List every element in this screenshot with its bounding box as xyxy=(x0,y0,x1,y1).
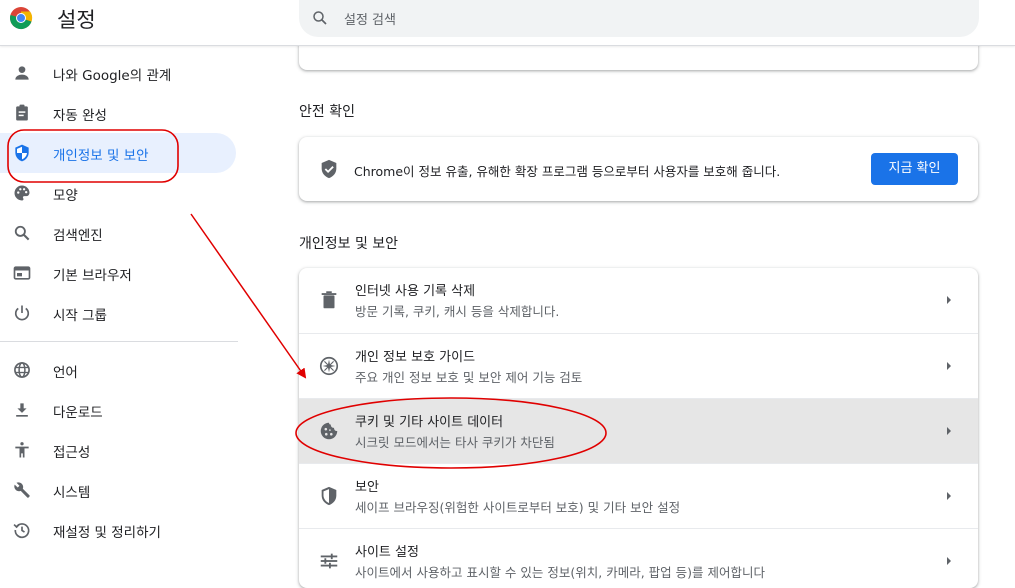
sidebar-item-label: 검색엔진 xyxy=(53,228,103,244)
search-icon xyxy=(313,11,327,25)
shield-check-icon xyxy=(321,159,337,179)
palette-icon xyxy=(14,185,30,201)
clear-browsing-data-row[interactable]: 인터넷 사용 기록 삭제 방문 기록, 쿠키, 캐시 등을 삭제합니다. xyxy=(299,268,978,332)
sidebar-item-label: 다운로드 xyxy=(53,405,103,421)
sidebar-item-search-engine[interactable]: 검색엔진 xyxy=(0,213,236,253)
search-input[interactable]: 설정 검색 xyxy=(344,9,396,28)
sidebar-item-downloads[interactable]: 다운로드 xyxy=(0,390,236,430)
row-subtitle: 사이트에서 사용하고 표시할 수 있는 정보(위치, 카메라, 팝업 등)를 제… xyxy=(355,565,765,580)
site-settings-row[interactable]: 사이트 설정 사이트에서 사용하고 표시할 수 있는 정보(위치, 카메라, 팝… xyxy=(299,528,978,588)
browser-icon xyxy=(13,266,31,280)
sidebar: 나와 Google의 관계 자동 완성 개인정보 및 보안 모양 검색엔진 기본… xyxy=(0,45,240,567)
sidebar-item-you-and-google[interactable]: 나와 Google의 관계 xyxy=(0,53,236,93)
cookies-site-data-row[interactable]: 쿠키 및 기타 사이트 데이터 시크릿 모드에서는 타사 쿠키가 차단됨 xyxy=(299,398,978,463)
row-subtitle: 방문 기록, 쿠키, 캐시 등을 삭제합니다. xyxy=(355,304,560,319)
history-icon xyxy=(13,523,30,539)
sidebar-item-reset[interactable]: 재설정 및 정리하기 xyxy=(0,510,236,550)
clipboard-icon xyxy=(16,104,28,121)
sidebar-item-languages[interactable]: 언어 xyxy=(0,350,236,390)
sidebar-item-label: 재설정 및 정리하기 xyxy=(53,525,161,541)
chrome-logo-icon xyxy=(10,7,33,30)
power-icon xyxy=(14,305,30,321)
chevron-right-icon xyxy=(947,296,951,304)
sidebar-item-system[interactable]: 시스템 xyxy=(0,470,236,510)
row-subtitle: 세이프 브라우징(위험한 사이트로부터 보호) 및 기타 보안 설정 xyxy=(355,500,681,515)
download-icon xyxy=(16,403,28,417)
row-title: 사이트 설정 xyxy=(355,545,419,560)
chevron-right-icon xyxy=(947,557,951,565)
sidebar-item-label: 모양 xyxy=(53,188,78,204)
row-title: 보안 xyxy=(355,480,379,495)
row-title: 개인 정보 보호 가이드 xyxy=(355,350,476,365)
trash-icon xyxy=(321,291,337,309)
security-row[interactable]: 보안 세이프 브라우징(위험한 사이트로부터 보호) 및 기타 보안 설정 xyxy=(299,463,978,528)
chevron-right-icon xyxy=(947,427,951,435)
sidebar-item-privacy-security[interactable]: 개인정보 및 보안 xyxy=(0,133,236,173)
sidebar-item-label: 시스템 xyxy=(53,485,91,501)
safety-check-card: Chrome이 정보 유출, 유해한 확장 프로그램 등으로부터 사용자를 보호… xyxy=(299,137,978,201)
sidebar-item-label: 시작 그룹 xyxy=(53,308,107,324)
sidebar-item-appearance[interactable]: 모양 xyxy=(0,173,236,213)
row-title: 인터넷 사용 기록 삭제 xyxy=(355,284,476,299)
globe-icon xyxy=(14,362,30,378)
privacy-guide-row[interactable]: 개인 정보 보호 가이드 주요 개인 정보 보호 및 보안 제어 기능 검토 xyxy=(299,333,978,398)
sidebar-item-accessibility[interactable]: 접근성 xyxy=(0,430,236,470)
privacy-section-title: 개인정보 및 보안 xyxy=(299,236,399,252)
person-icon xyxy=(15,66,29,80)
sidebar-item-autofill[interactable]: 자동 완성 xyxy=(0,93,236,133)
sidebar-item-label: 개인정보 및 보안 xyxy=(53,148,149,164)
row-subtitle: 시크릿 모드에서는 타사 쿠키가 차단됨 xyxy=(355,435,555,450)
page-title: 설정 xyxy=(57,8,96,32)
row-title: 쿠키 및 기타 사이트 데이터 xyxy=(355,415,504,430)
shield-icon xyxy=(15,144,29,162)
safety-check-title: 안전 확인 xyxy=(299,104,355,120)
sidebar-item-label: 자동 완성 xyxy=(53,108,107,124)
sidebar-item-default-browser[interactable]: 기본 브라우저 xyxy=(0,253,236,293)
chevron-right-icon xyxy=(947,362,951,370)
compass-icon xyxy=(319,356,339,376)
sidebar-item-label: 언어 xyxy=(53,365,78,381)
sidebar-item-label: 기본 브라우저 xyxy=(53,268,132,284)
cookie-icon xyxy=(320,422,338,440)
shield-half-icon xyxy=(321,486,337,506)
safety-check-description: Chrome이 정보 유출, 유해한 확장 프로그램 등으로부터 사용자를 보호… xyxy=(354,164,781,179)
privacy-security-card: 인터넷 사용 기록 삭제 방문 기록, 쿠키, 캐시 등을 삭제합니다. 개인 … xyxy=(299,268,978,588)
sidebar-divider xyxy=(0,341,238,342)
wrench-icon xyxy=(14,482,30,498)
row-subtitle: 주요 개인 정보 보호 및 보안 제어 기능 검토 xyxy=(355,370,583,385)
search-bar[interactable]: 설정 검색 xyxy=(299,0,979,37)
sliders-icon xyxy=(320,553,338,569)
sidebar-item-on-startup[interactable]: 시작 그룹 xyxy=(0,293,236,333)
check-now-button[interactable]: 지금 확인 xyxy=(871,153,958,185)
main-content: 안전 확인 Chrome이 정보 유출, 유해한 확장 프로그램 등으로부터 사… xyxy=(240,15,1015,588)
chevron-right-icon xyxy=(947,492,951,500)
search-icon xyxy=(14,225,30,241)
accessibility-icon xyxy=(15,442,29,458)
sidebar-item-label: 나와 Google의 관계 xyxy=(53,68,172,84)
top-bar: 설정 설정 검색 xyxy=(0,0,1015,46)
sidebar-item-label: 접근성 xyxy=(53,445,91,461)
